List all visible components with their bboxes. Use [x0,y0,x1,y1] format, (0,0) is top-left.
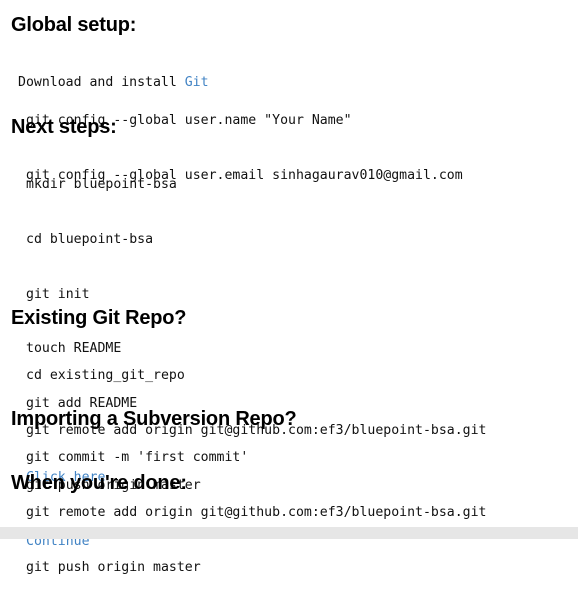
command-line: mkdir bluepoint-bsa [26,177,177,193]
existing-repo-heading: Existing Git Repo? [11,307,187,329]
command-line: git init [26,286,90,302]
next-steps-heading: Next steps: [11,116,117,138]
repo-setup-page: Global setup: Download and install Git g… [0,0,578,575]
done-heading: When you're done: [11,472,187,494]
continue-link-line: Continue [26,497,90,588]
footer-bar [0,527,578,539]
command-line: cd bluepoint-bsa [26,232,154,247]
command-line: cd existing_git_repo [26,368,185,384]
command-line: git push origin master [26,559,201,575]
subversion-heading: Importing a Subversion Repo? [11,408,297,430]
global-setup-heading: Global setup: [11,14,137,36]
